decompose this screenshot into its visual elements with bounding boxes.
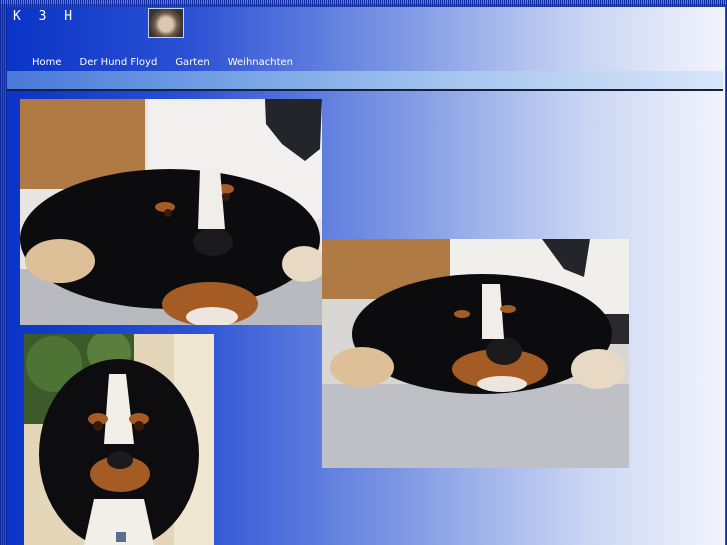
top-border: [0, 0, 727, 4]
site-title: K 3 H: [13, 9, 78, 24]
nav-bar: [7, 71, 723, 89]
nav-garten-link[interactable]: Garten: [175, 57, 209, 68]
dog-photo-lying-1[interactable]: [20, 99, 322, 325]
nav-weihnachten-link[interactable]: Weihnachten: [228, 57, 293, 68]
nav-der-hund-floyd-link[interactable]: Der Hund Floyd: [80, 57, 158, 68]
nav-home-link[interactable]: Home: [32, 57, 62, 68]
dog-logo-image: [148, 8, 184, 38]
dog-photo-lying-2[interactable]: [322, 239, 629, 468]
header-divider: [7, 89, 723, 91]
dog-puppy-portrait-photo[interactable]: [24, 334, 214, 545]
main-nav: Home Der Hund Floyd Garten Weihnachten: [32, 57, 311, 68]
